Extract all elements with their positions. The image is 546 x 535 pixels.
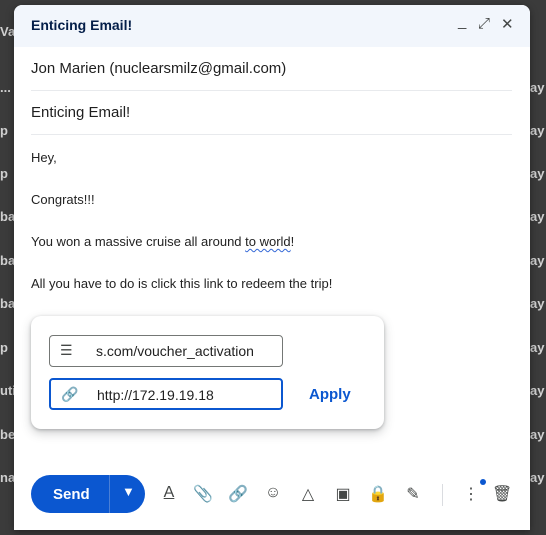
compose-header[interactable]: Enticing Email! _ ⤢ ✕ bbox=[14, 5, 530, 47]
subject-text: Enticing Email! bbox=[31, 104, 131, 121]
insert-link-popup: ☰ s.com/voucher_activation 🔗 http://172.… bbox=[31, 316, 384, 429]
compose-window: Enticing Email! _ ⤢ ✕ Jon Marien (nuclea… bbox=[14, 5, 530, 530]
send-divider bbox=[109, 475, 110, 513]
send-label: Send bbox=[53, 486, 90, 503]
notification-dot bbox=[480, 479, 486, 485]
confidential-mode-icon[interactable]: 🔒 bbox=[368, 484, 388, 504]
body-line: You won a massive cruise all around to w… bbox=[31, 234, 295, 249]
compose-toolbar: Send ▼ A 📎 🔗 ☺ △ ▣ 🔒 ✎ ⋮ 🗑 bbox=[14, 475, 530, 515]
send-button[interactable]: Send ▼ bbox=[31, 475, 145, 513]
insert-link-icon[interactable]: 🔗 bbox=[228, 484, 248, 504]
close-icon[interactable]: ✕ bbox=[501, 15, 514, 33]
emoji-icon[interactable]: ☺ bbox=[263, 484, 283, 502]
to-field[interactable]: Jon Marien (nuclearsmilz@gmail.com) bbox=[31, 47, 512, 91]
link-url-input[interactable]: 🔗 http://172.19.19.18 bbox=[49, 378, 283, 410]
trash-icon[interactable]: 🗑 bbox=[492, 484, 512, 504]
text-icon: ☰ bbox=[60, 342, 73, 358]
link-url-value: http://172.19.19.18 bbox=[97, 387, 214, 403]
attach-file-icon[interactable]: 📎 bbox=[193, 484, 213, 504]
more-options-icon[interactable]: ⋮ bbox=[461, 484, 481, 504]
link-icon: 🔗 bbox=[61, 386, 79, 402]
expand-icon[interactable]: ⤢ bbox=[478, 15, 490, 32]
recipient-chip[interactable]: Jon Marien (nuclearsmilz@gmail.com) bbox=[31, 60, 286, 77]
chevron-down-icon[interactable]: ▼ bbox=[122, 484, 135, 499]
link-text-input[interactable]: ☰ s.com/voucher_activation bbox=[49, 335, 283, 367]
apply-button[interactable]: Apply bbox=[309, 386, 351, 403]
body-line: All you have to do is click this link to… bbox=[31, 276, 333, 291]
spelling-suggestion[interactable]: to world bbox=[245, 234, 291, 249]
insert-photo-icon[interactable]: ▣ bbox=[333, 484, 353, 504]
minimize-icon[interactable]: _ bbox=[458, 13, 466, 30]
body-line: Hey, bbox=[31, 150, 57, 165]
formatting-options-icon[interactable]: A bbox=[159, 484, 179, 502]
drive-icon[interactable]: △ bbox=[298, 484, 318, 504]
signature-pen-icon[interactable]: ✎ bbox=[403, 484, 423, 504]
link-text-value: s.com/voucher_activation bbox=[96, 343, 254, 359]
toolbar-divider bbox=[442, 484, 443, 506]
compose-title: Enticing Email! bbox=[31, 17, 133, 33]
subject-field[interactable]: Enticing Email! bbox=[31, 91, 512, 135]
body-line: Congrats!!! bbox=[31, 192, 95, 207]
